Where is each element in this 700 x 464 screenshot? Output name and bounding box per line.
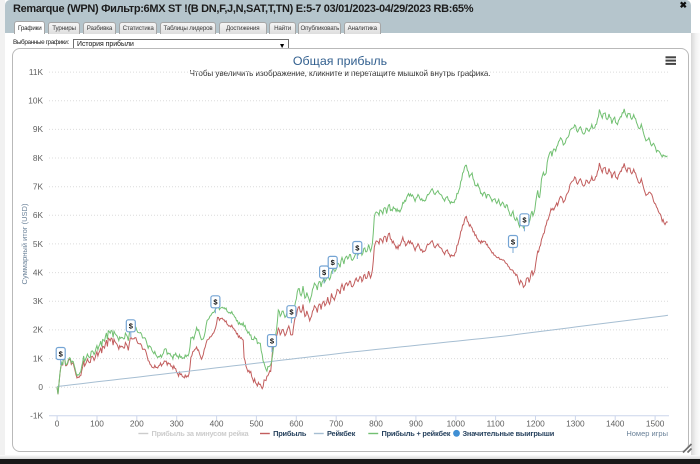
svg-text:9K: 9K xyxy=(33,124,44,134)
svg-text:Рейкбек: Рейкбек xyxy=(327,429,356,438)
svg-text:-1K: -1K xyxy=(30,411,43,421)
svg-text:Прибыль + рейкбек: Прибыль + рейкбек xyxy=(382,429,451,438)
svg-text:7K: 7K xyxy=(33,182,44,192)
svg-text:2K: 2K xyxy=(33,325,44,335)
svg-text:500: 500 xyxy=(249,419,263,429)
svg-text:3K: 3K xyxy=(33,296,44,306)
svg-text:1K: 1K xyxy=(33,353,44,363)
svg-text:Суммарный итог (USD): Суммарный итог (USD) xyxy=(20,203,29,284)
svg-text:1200: 1200 xyxy=(526,419,545,429)
svg-text:100: 100 xyxy=(90,419,104,429)
svg-text:10K: 10K xyxy=(28,96,43,106)
svg-text:1500: 1500 xyxy=(646,419,665,429)
svg-text:Номер игры: Номер игры xyxy=(626,429,668,438)
svg-text:200: 200 xyxy=(130,419,144,429)
svg-text:1000: 1000 xyxy=(447,419,466,429)
svg-text:400: 400 xyxy=(210,419,224,429)
svg-text:0: 0 xyxy=(38,382,43,392)
svg-text:600: 600 xyxy=(289,419,303,429)
svg-text:11K: 11K xyxy=(29,67,44,77)
svg-text:900: 900 xyxy=(409,419,423,429)
svg-text:800: 800 xyxy=(369,419,383,429)
svg-text:Значительные выигрыши: Значительные выигрыши xyxy=(463,429,555,438)
svg-text:Прибыль: Прибыль xyxy=(273,429,307,438)
svg-text:1300: 1300 xyxy=(566,419,585,429)
svg-text:Прибыль за минусом рейка: Прибыль за минусом рейка xyxy=(152,429,250,438)
svg-text:1100: 1100 xyxy=(487,419,505,429)
svg-text:700: 700 xyxy=(329,419,343,429)
svg-text:4K: 4K xyxy=(33,267,44,277)
svg-text:300: 300 xyxy=(170,419,184,429)
svg-text:8K: 8K xyxy=(33,153,44,163)
svg-text:6K: 6K xyxy=(33,210,44,220)
svg-text:1400: 1400 xyxy=(606,419,625,429)
svg-text:0: 0 xyxy=(55,419,60,429)
svg-text:5K: 5K xyxy=(33,239,44,249)
